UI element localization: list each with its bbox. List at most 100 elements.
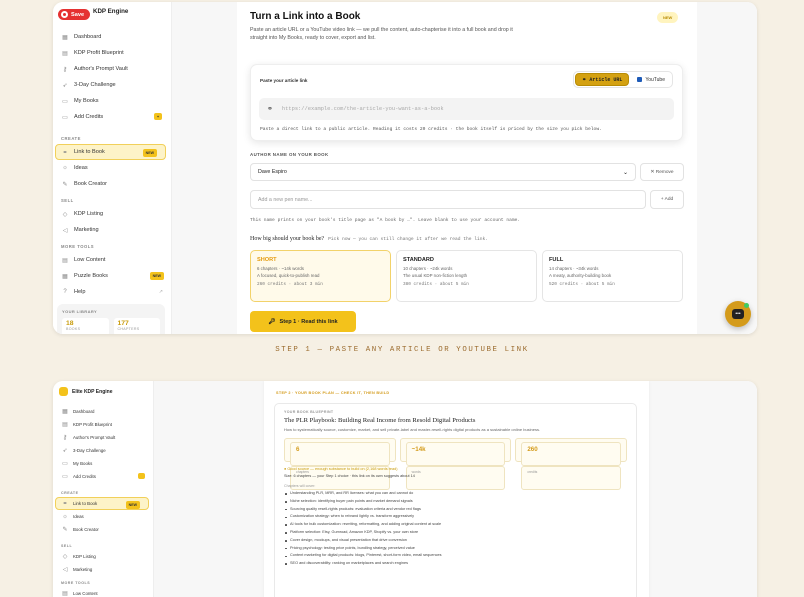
- library-title: YOUR LIBRARY: [62, 309, 98, 314]
- remove-button[interactable]: ✕ Remove: [640, 163, 684, 181]
- size-option-full[interactable]: FULL 14 chapters · ~34k words A meaty, a…: [542, 250, 683, 302]
- megaphone-icon: ◁: [62, 227, 68, 234]
- save-button[interactable]: Save: [58, 9, 91, 20]
- sidebar-item-blueprint[interactable]: ▤ KDP Profit Blueprint: [53, 45, 172, 61]
- sidebar-item-link-to-book[interactable]: ⚭ Link to Book NEW: [55, 144, 166, 160]
- help-icon: ?: [63, 289, 67, 295]
- sidebar-item-my-books[interactable]: ▭ My Books: [53, 93, 172, 109]
- stat-value: 177: [117, 320, 129, 327]
- page-description: Paste an article URL or a YouTube video …: [250, 27, 513, 41]
- section-create: CREATE: [61, 136, 81, 141]
- sidebar-item-prompt-vault[interactable]: ⚷ Author's Prompt Vault: [53, 431, 154, 444]
- sidebar-item-kdp-listing[interactable]: ◇ KDP Listing: [53, 206, 172, 222]
- section-create: CREATE: [61, 491, 79, 495]
- size-option-standard[interactable]: STANDARD 10 chapters · ~24k words The us…: [396, 250, 537, 302]
- author-select[interactable]: Dave Espiro ⌄: [250, 163, 636, 181]
- section-sell: SELL: [61, 198, 74, 203]
- nav-tools: MORE TOOLS ▤ Low Content: [53, 578, 154, 597]
- url-input[interactable]: ⚭ https://example.com/the-article-you-wa…: [259, 98, 674, 120]
- list-item: Pricing psychology: testing price points…: [284, 545, 627, 553]
- grid-icon: ▦: [62, 34, 68, 41]
- stat-label: BOOKS: [66, 327, 81, 331]
- sidebar-item-challenge[interactable]: ➶ 3-Day Challenge: [53, 444, 154, 457]
- sidebar-item-low-content[interactable]: ▤ Low Content: [53, 587, 154, 597]
- new-badge: NEW: [125, 501, 140, 509]
- puzzle-icon: ▦: [62, 273, 68, 280]
- sidebar-item-blueprint[interactable]: ▤ KDP Profit Blueprint: [53, 418, 154, 431]
- doc-icon: ▤: [62, 50, 68, 57]
- add-button[interactable]: + Add: [650, 190, 684, 209]
- list-item: AI tools for bulk customization: rewriti…: [284, 521, 627, 529]
- link-icon: ⚭: [267, 106, 273, 113]
- sidebar-item-puzzle-books[interactable]: ▦ Puzzle Books NEW: [53, 268, 172, 284]
- sidebar-item-book-creator[interactable]: ✎ Book Creator: [53, 176, 172, 192]
- sidebar-item-ideas[interactable]: ☼ Ideas: [53, 510, 154, 523]
- pen-name-input[interactable]: Add a new pen name...: [250, 190, 646, 209]
- key-icon: ⚷: [62, 435, 68, 441]
- sidebar-item-challenge[interactable]: ➶ 3-Day Challenge: [53, 77, 172, 93]
- main-area: STEP 2 · YOUR BOOK PLAN — CHECK IT, THEN…: [154, 381, 757, 597]
- sidebar-item-dashboard[interactable]: ▦ Dashboard: [53, 29, 172, 45]
- list-item: Cover design, mockups, and visual presen…: [284, 537, 627, 545]
- brand-logo[interactable]: KDP Engine: [93, 8, 128, 15]
- nav-label: My Books: [74, 98, 99, 104]
- link-icon: ⚭: [62, 149, 68, 156]
- sidebar-item-add-credits[interactable]: ▭ Add Credits: [53, 470, 154, 483]
- nav-label: 3-Day Challenge: [74, 82, 116, 88]
- list-item: Niche selection: identifying buyer pain …: [284, 498, 627, 506]
- tab-label: Article URL: [589, 76, 623, 83]
- stat-books: 18 BOOKS: [62, 318, 109, 334]
- card-icon: ▭: [62, 474, 68, 480]
- nav-label: Link to Book: [74, 149, 105, 155]
- read-link-button[interactable]: 🔑︎ Step 1 · Read this link: [250, 311, 356, 332]
- size-detail: A focused, quick-to-publish read: [257, 272, 320, 278]
- stat-words: ~14k words: [399, 438, 512, 490]
- size-cost: 520 credits · about 5 min: [549, 282, 615, 288]
- sidebar-item-add-credits[interactable]: ▭ Add Credits +: [53, 109, 172, 125]
- size-detail: 10 chapters · ~24k words: [403, 266, 453, 271]
- nav-label: Ideas: [73, 514, 84, 519]
- size-option-short[interactable]: SHORT 6 chapters · ~14k words A focused,…: [250, 250, 391, 302]
- sidebar-item-book-creator[interactable]: ✎ Book Creator: [53, 523, 154, 536]
- logo-icon: [59, 387, 68, 396]
- nav-label: Add Credits: [74, 114, 104, 120]
- stat-value: 260: [521, 442, 622, 466]
- tag-icon: ◇: [62, 554, 68, 560]
- nav-label: 3-Day Challenge: [73, 448, 106, 453]
- screenshot-step-2: Elite KDP Engine ▦ Dashboard ▤ KDP Profit …: [53, 381, 757, 597]
- tab-youtube[interactable]: YouTube: [631, 73, 671, 86]
- nav-label: Dashboard: [73, 409, 95, 414]
- sidebar-item-my-books[interactable]: ▭ My Books: [53, 457, 154, 470]
- read-link-label: Step 1 · Read this link: [279, 318, 338, 325]
- nav-label: Author's Prompt Vault: [73, 435, 116, 440]
- sidebar-item-ideas[interactable]: ☼ Ideas: [53, 160, 172, 176]
- online-dot: [744, 303, 749, 308]
- link-icon: ⚭: [62, 501, 68, 507]
- table-icon: ▤: [62, 591, 68, 597]
- sidebar-item-help[interactable]: ? Help ↗: [53, 284, 172, 300]
- tab-label: YouTube: [645, 76, 665, 83]
- link-card: Paste your article link ⚭ Article URL You…: [250, 64, 683, 141]
- nav-label: Marketing: [74, 227, 99, 233]
- chat-button[interactable]: •••: [725, 301, 751, 327]
- size-name: SHORT: [257, 257, 277, 263]
- sidebar-item-link-to-book[interactable]: ⚭ Link to Book NEW: [55, 497, 149, 510]
- sidebar-item-prompt-vault[interactable]: ⚷ Author's Prompt Vault: [53, 61, 172, 77]
- size-name: STANDARD: [403, 257, 434, 263]
- section-more-tools: MORE TOOLS: [61, 581, 91, 585]
- brand-logo[interactable]: Elite KDP Engine: [59, 387, 112, 396]
- sidebar-item-marketing[interactable]: ◁ Marketing: [53, 222, 172, 238]
- nav-label: Ideas: [74, 165, 88, 171]
- sidebar-item-marketing[interactable]: ◁ Marketing: [53, 563, 154, 576]
- size-cost: 380 credits · about 5 min: [403, 282, 469, 288]
- list-item: Customization strategy: when to rebrand …: [284, 513, 627, 521]
- nav-label: My Books: [73, 461, 93, 466]
- sidebar-item-kdp-listing[interactable]: ◇ KDP Listing: [53, 550, 154, 563]
- new-badge: NEW: [142, 149, 157, 157]
- tab-article-url[interactable]: ⚭ Article URL: [575, 73, 630, 86]
- list-item: Content marketing for digital products: …: [284, 552, 627, 560]
- doc-icon: ▤: [62, 422, 68, 428]
- sidebar-item-low-content[interactable]: ▤ Low Content: [53, 252, 172, 268]
- sidebar-item-dashboard[interactable]: ▦ Dashboard: [53, 405, 154, 418]
- content-panel: STEP 2 · YOUR BOOK PLAN — CHECK IT, THEN…: [264, 381, 649, 597]
